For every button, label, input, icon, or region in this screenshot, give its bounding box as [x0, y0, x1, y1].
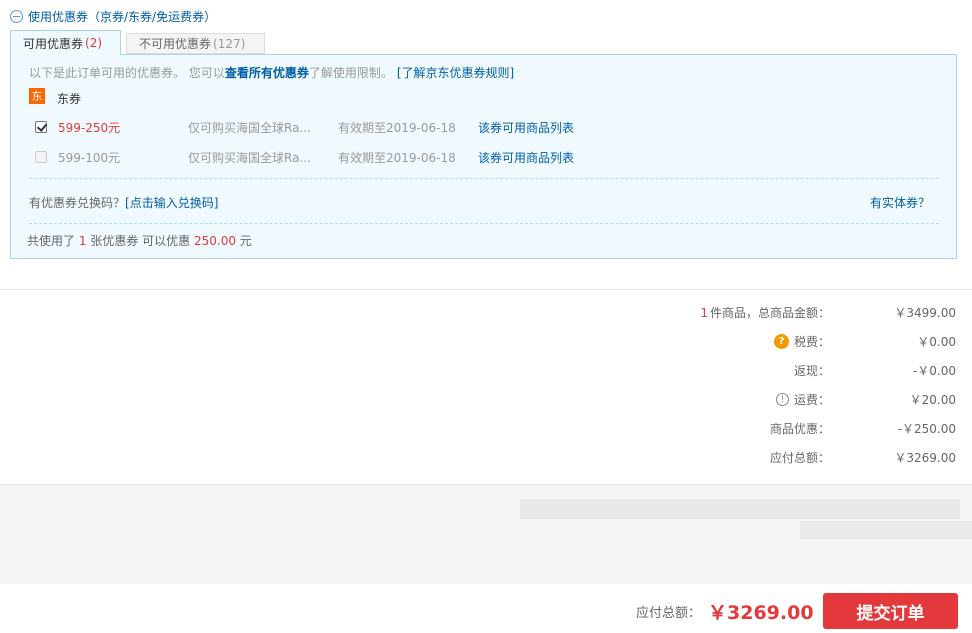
coupon-summary: 共使用了 1 张优惠券 可以优惠 250.00 元	[27, 232, 252, 249]
coupon-panel: 以下是此订单可用的优惠券。 您可以查看所有优惠券了解使用限制。 [了解京东优惠券规…	[10, 54, 957, 259]
coupon-scope: 仅可购买海国全球Ra...	[188, 150, 311, 165]
section-separator	[0, 289, 972, 290]
coupon-row[interactable]: 599-100元 仅可购买海国全球Ra... 有效期至2019-06-18 该券…	[35, 148, 574, 166]
coupon-scope: 仅可购买海国全球Ra...	[188, 120, 311, 135]
discount-label: 商品优惠：	[769, 422, 830, 436]
redacted-block	[800, 521, 972, 539]
coupon-product-list-link[interactable]: 该券可用商品列表	[478, 119, 574, 136]
coupon-row[interactable]: 599-250元 仅可购买海国全球Ra... 有效期至2019-06-18 该券…	[35, 118, 574, 136]
tab-available-count: (2)	[85, 36, 103, 50]
notice-prefix: 以下是此订单可用的优惠券。 您可以	[29, 66, 225, 80]
tab-unavailable-count: (127)	[213, 36, 246, 51]
order-coupon-page: 使用优惠券（京券/东券/免运费券） 可用优惠券 (2) 不可用优惠券 (127)…	[0, 0, 972, 633]
exchange-code-row: 有优惠券兑换码？[点击输入兑换码]	[29, 194, 218, 211]
coupon-rules-link[interactable]: [了解京东优惠券规则]	[397, 66, 514, 80]
payable-value: ￥3269.00	[894, 451, 956, 465]
cashback-value: -￥0.00	[912, 364, 956, 378]
coupon-product-list-link[interactable]: 该券可用商品列表	[478, 149, 574, 166]
coupon-toggle-label[interactable]: 使用优惠券（京券/东券/免运费券）	[28, 8, 216, 25]
coupon-checkbox[interactable]	[35, 151, 47, 163]
shipping-label-row: ! 运费：	[590, 391, 830, 408]
info-circle-icon[interactable]: !	[775, 393, 789, 406]
coupon-expiry: 有效期至2019-06-18	[338, 120, 456, 135]
coupon-notice: 以下是此订单可用的优惠券。 您可以查看所有优惠券了解使用限制。 [了解京东优惠券规…	[29, 64, 514, 81]
submit-order-button[interactable]: 提交订单	[823, 593, 958, 629]
coupon-amount: 599-250元	[58, 120, 121, 135]
view-all-coupons-link[interactable]: 查看所有优惠券	[225, 66, 309, 80]
notice-suffix: 了解使用限制。	[308, 66, 393, 80]
tab-unavailable-coupons[interactable]: 不可用优惠券 (127)	[126, 33, 265, 54]
summary-unit: 元	[239, 234, 252, 248]
summary-count: 1	[78, 234, 87, 248]
summary-prefix: 共使用了	[27, 234, 76, 248]
coupon-amount: 599-100元	[58, 150, 121, 165]
tax-label: 税费：	[793, 335, 830, 349]
shipping-value: ￥20.00	[909, 393, 956, 407]
discount-value: -￥250.00	[897, 422, 956, 436]
divider	[29, 223, 939, 224]
footer-payable-label: 应付总额：	[636, 606, 702, 621]
tab-unavailable-label: 不可用优惠券	[139, 37, 212, 51]
shipping-label: 运费：	[793, 393, 830, 407]
payable-label: 应付总额：	[769, 451, 830, 465]
total-items-label: 1 件商品，总商品金额：	[590, 304, 830, 321]
tab-available-coupons[interactable]: 可用优惠券 (2)	[10, 30, 121, 55]
tax-label-row: ? 税费：	[590, 333, 830, 350]
minus-circle-icon[interactable]	[10, 9, 23, 23]
exchange-code-text: 有优惠券兑换码？	[29, 196, 126, 210]
dong-coupon-badge-icon: 东	[29, 88, 45, 104]
items-amount-label: 件商品，总商品金额：	[709, 306, 830, 320]
cashback-label: 返现：	[793, 364, 830, 378]
items-amount-value: ￥3499.00	[894, 306, 956, 320]
item-count: 1	[700, 305, 708, 320]
enter-exchange-code-link[interactable]: [点击输入兑换码]	[125, 196, 218, 210]
footer-payable-amount: ￥3269.00	[708, 602, 814, 624]
coupon-expiry: 有效期至2019-06-18	[338, 150, 456, 165]
divider	[29, 178, 939, 179]
address-summary-area	[0, 484, 972, 584]
coupon-group-title: 东券	[57, 92, 82, 106]
question-circle-icon[interactable]: ?	[773, 334, 789, 349]
summary-mid: 张优惠券 可以优惠	[90, 234, 191, 248]
tab-available-label: 可用优惠券	[23, 36, 84, 51]
redacted-block	[520, 499, 960, 519]
tax-value: ￥0.00	[917, 335, 956, 349]
coupon-toggle[interactable]: 使用优惠券（京券/东券/免运费券）	[10, 8, 216, 24]
coupon-checkbox[interactable]	[35, 121, 47, 133]
summary-amount: 250.00	[193, 234, 236, 248]
physical-coupon-link[interactable]: 有实体券？	[870, 194, 930, 211]
